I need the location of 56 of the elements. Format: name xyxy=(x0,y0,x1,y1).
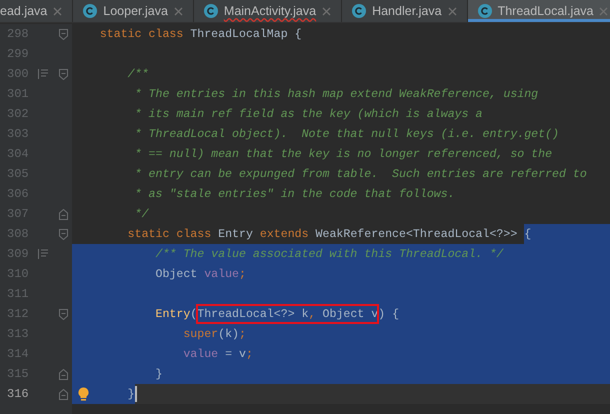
code-text: ; xyxy=(239,266,246,282)
code-text: ) { xyxy=(378,306,400,322)
code-text: = v xyxy=(224,346,246,362)
fold-icon[interactable] xyxy=(58,68,68,80)
fold-icon[interactable] xyxy=(58,308,68,320)
code-text: Object v xyxy=(322,306,378,322)
code-text: Object xyxy=(154,266,198,282)
code-text: ThreadLocal<?> k xyxy=(197,306,309,322)
code-text: /** The value associated with this ThreadLocal. */ xyxy=(154,246,504,262)
code-text: extends xyxy=(260,226,310,242)
code-text: * == null) mean that the key is no longer referenced, so the xyxy=(134,146,552,162)
code-text: /** xyxy=(126,66,149,82)
code-text: * its main ref field as the key (which is always a xyxy=(134,106,482,122)
class-icon xyxy=(352,4,366,18)
close-icon[interactable] xyxy=(448,6,457,16)
code-text: static class xyxy=(98,26,184,42)
class-icon xyxy=(83,4,98,18)
close-icon[interactable] xyxy=(599,6,608,16)
class-icon xyxy=(478,4,492,18)
code-text: ( xyxy=(190,306,198,322)
code-text: value xyxy=(182,346,218,362)
code-text: ThreadLocalMap { xyxy=(190,26,302,42)
code-text: ; xyxy=(238,326,246,342)
close-icon[interactable] xyxy=(322,6,332,16)
fold-icon[interactable] xyxy=(58,28,68,40)
code-text: WeakReference<ThreadLocal<?>> xyxy=(316,226,518,242)
fold-icon[interactable] xyxy=(58,208,68,220)
line-number: 316 xyxy=(6,387,30,401)
code-text: } xyxy=(154,366,162,382)
class-icon xyxy=(204,4,218,18)
lightbulb-icon[interactable] xyxy=(78,387,89,401)
code-text: Entry xyxy=(154,306,190,322)
close-icon[interactable] xyxy=(53,6,62,16)
text-caret xyxy=(134,386,137,402)
code-text: * entry can be expunged from table. Such entries are referred to xyxy=(134,166,587,182)
code-text: * ThreadLocal object). Note that null keys (i.e. entry.get() xyxy=(134,126,560,142)
code-text: } xyxy=(72,384,135,404)
code-text: { xyxy=(524,224,610,244)
code-text: ; xyxy=(246,346,253,362)
code-text: */ xyxy=(134,206,149,222)
lines-icon[interactable] xyxy=(38,249,48,259)
fold-icon[interactable] xyxy=(58,228,68,240)
code-text: Entry xyxy=(218,226,254,242)
editor-tab[interactable]: ThreadLocal.java xyxy=(468,0,610,22)
code-text: * The entries in this hash map extend WeakReference, using xyxy=(134,86,538,102)
code-text: value xyxy=(204,266,239,282)
code-text: super xyxy=(182,326,218,342)
code-text: * as "stale entries" in the code that follows. xyxy=(134,186,455,202)
code-text: (k) xyxy=(218,326,239,342)
code-text: static class xyxy=(126,226,212,242)
lines-icon[interactable] xyxy=(38,69,48,79)
editor-tab[interactable]: ead.java xyxy=(0,0,74,22)
fold-icon[interactable] xyxy=(58,388,68,400)
close-icon[interactable] xyxy=(174,6,183,16)
code-text: , xyxy=(308,306,317,322)
fold-icon[interactable] xyxy=(58,368,68,380)
